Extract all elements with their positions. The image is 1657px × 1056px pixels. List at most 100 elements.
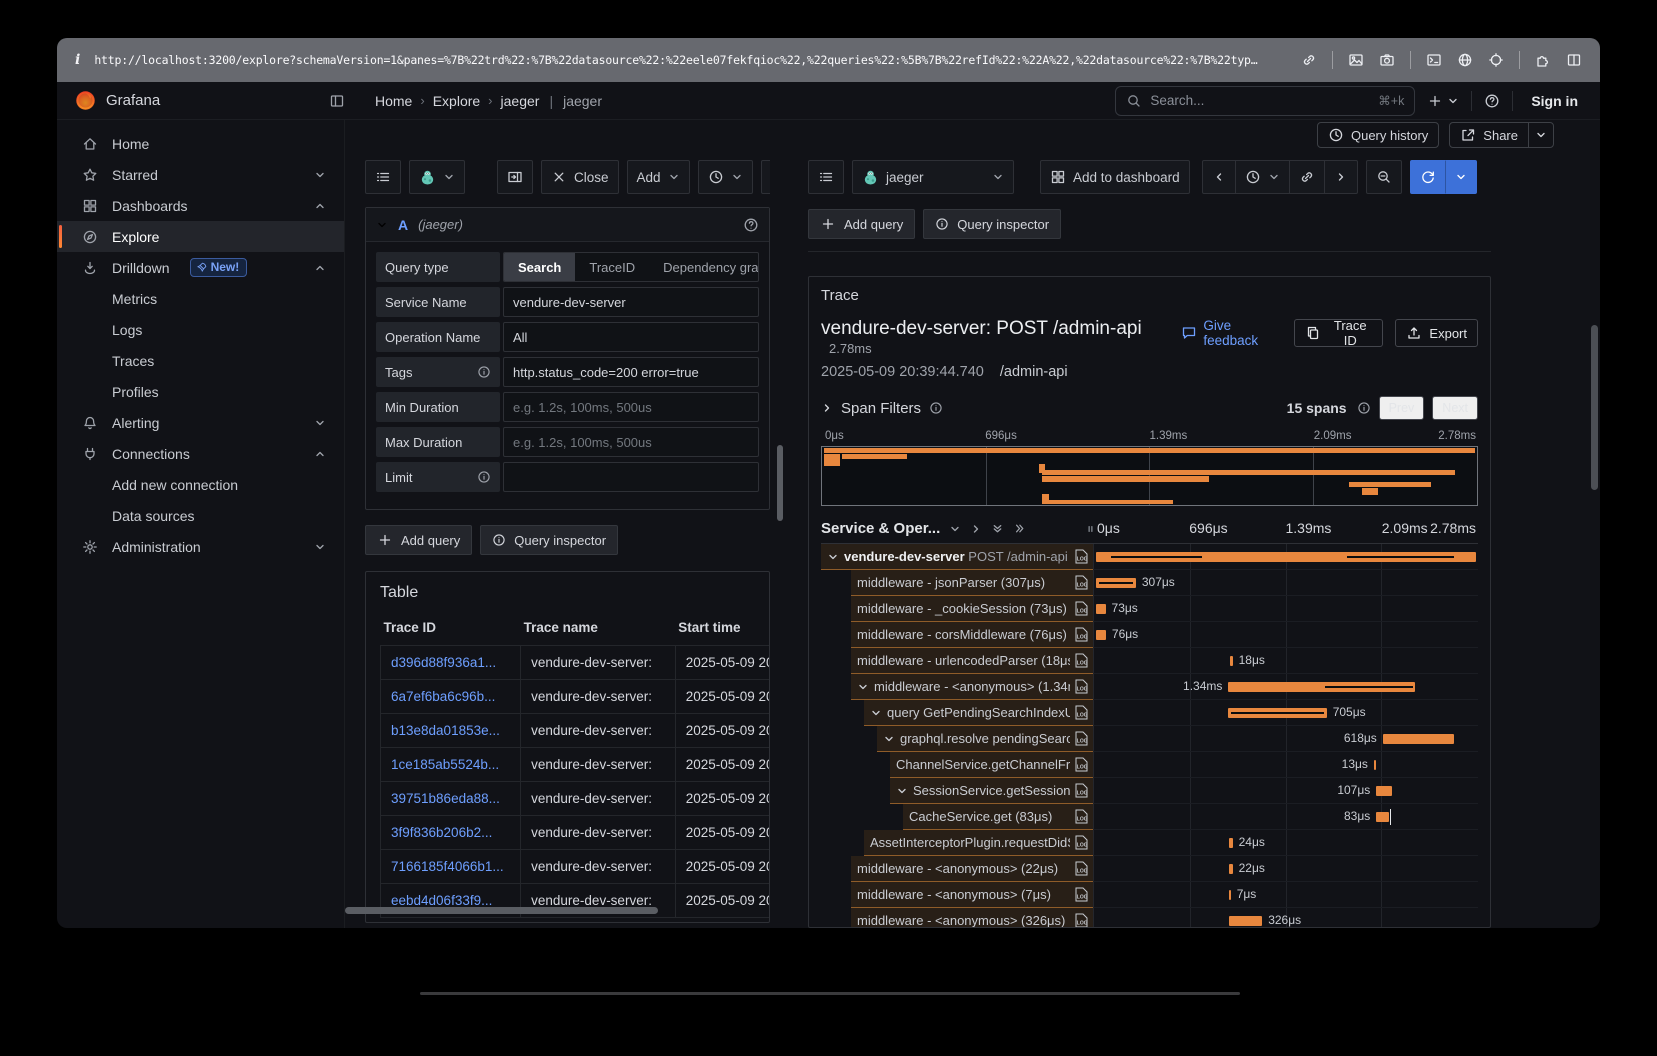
add-to-dashboard-button[interactable]: Add to dashboard [1040,160,1190,194]
query-type-tab-dependency-graph[interactable]: Dependency graph [649,253,759,281]
sidebar-item-metrics[interactable]: Metrics [57,283,344,314]
sidebar-item-profiles[interactable]: Profiles [57,376,344,407]
query-type-tab-search[interactable]: Search [504,253,575,281]
site-info-icon[interactable]: i [75,52,80,68]
span-bar[interactable] [1228,708,1327,718]
chevron-down-icon[interactable] [896,785,908,797]
share-button[interactable]: Share [1449,122,1554,148]
log-icon[interactable]: LOG [1075,549,1088,564]
span-bar[interactable] [1229,838,1232,848]
span-timeline[interactable]: 618μs [1093,726,1478,752]
sidebar-item-alerting[interactable]: Alerting [57,407,344,438]
span-name-cell[interactable]: ChannelService.getChannelFroLOG [821,752,1093,778]
share-caret-icon[interactable] [1528,123,1553,147]
span-timeline[interactable]: 705μs [1093,700,1478,726]
span-filters-title[interactable]: Span Filters [841,400,921,417]
span-name-cell[interactable]: middleware - _cookieSession (73μs)LOG [821,596,1093,622]
sidebar-item-explore[interactable]: Explore [57,221,344,252]
log-icon[interactable]: LOG [1075,601,1088,616]
span-timeline[interactable]: 307μs [1093,570,1478,596]
span-bar[interactable] [1229,890,1231,900]
span-name-cell[interactable]: vendure-dev-server POST /admin-api (2LOG [821,544,1093,570]
chevron-down-icon[interactable] [870,707,882,719]
datasource-picker-mini[interactable] [409,160,465,194]
span-timeline[interactable]: 83μs [1093,804,1478,830]
span-timeline[interactable]: 7μs [1093,882,1478,908]
expand-one-icon[interactable] [970,523,982,535]
span-bar[interactable] [1376,786,1391,796]
sidebar-item-add-new-connection[interactable]: Add new connection [57,469,344,500]
grafana-logo-icon[interactable] [75,90,96,111]
log-icon[interactable]: LOG [1075,679,1088,694]
breadcrumb-home[interactable]: Home [375,93,412,109]
copy-time-link-button[interactable] [1289,160,1325,194]
chevron-down-icon[interactable] [314,541,326,553]
sidebar-item-home[interactable]: Home [57,128,344,159]
column-header-start-time[interactable]: Start time [675,616,770,646]
camera-icon[interactable] [1379,52,1395,68]
span-timeline[interactable]: 22μs [1093,856,1478,882]
minimap-canvas[interactable] [821,446,1478,506]
globe-icon[interactable] [1457,52,1473,68]
pane-menu-icon[interactable] [1485,170,1491,185]
export-button[interactable]: Export [1395,319,1478,347]
extensions-icon[interactable] [1535,52,1551,68]
new-menu-button[interactable] [1427,93,1459,109]
time-picker-button[interactable] [1235,160,1290,194]
span-timeline[interactable]: 76μs [1093,622,1478,648]
trace-id-link[interactable]: b13e8da01853e... [381,714,521,748]
chevron-down-icon[interactable] [857,681,869,693]
log-icon[interactable]: LOG [1075,809,1088,824]
span-bar[interactable] [1096,552,1477,562]
page-scrollbar[interactable] [1591,325,1598,490]
prev-span-button[interactable]: Prev [1379,396,1425,420]
run-query-button[interactable] [1410,160,1446,194]
log-icon[interactable]: LOG [1075,627,1088,642]
query-rows-button[interactable] [365,160,401,194]
span-timeline[interactable]: 107μs [1093,778,1478,804]
left-pane-scrollbar[interactable] [777,445,783,521]
field-input-service-name[interactable]: vendure-dev-server [503,287,759,317]
trace-id-link[interactable]: 7166185f4066b1... [381,850,521,884]
span-timeline[interactable]: 326μs [1093,908,1478,928]
column-header-trace-name[interactable]: Trace name [521,616,676,646]
sidebar-item-traces[interactable]: Traces [57,345,344,376]
sidebar-item-drilldown[interactable]: DrilldownNew! [57,252,344,283]
sidebar-toggle-icon[interactable] [329,93,345,109]
search-input[interactable]: Search... ⌘+k [1115,86,1415,116]
field-input-max-duration[interactable]: e.g. 1.2s, 100ms, 500us [503,427,759,457]
log-icon[interactable]: LOG [1075,653,1088,668]
chevron-up-icon[interactable] [314,200,326,212]
trace-id-button[interactable]: Trace ID [1294,319,1383,347]
query-help-icon[interactable] [743,217,759,233]
crosshair-icon[interactable] [1488,52,1504,68]
span-name-cell[interactable]: middleware - jsonParser (307μs)LOG [821,570,1093,596]
breadcrumb-datasource[interactable]: jaeger [501,93,540,109]
trace-id-link[interactable]: 1ce185ab5524b... [381,748,521,782]
field-input-limit[interactable] [503,462,759,492]
span-bar[interactable] [1096,604,1106,614]
span-timeline[interactable]: 18μs [1093,648,1478,674]
refresh-button-clipped[interactable] [761,160,770,194]
span-bar[interactable] [1096,578,1136,588]
span-bar[interactable] [1096,630,1106,640]
span-bar[interactable] [1376,812,1389,822]
field-input-tags[interactable]: http.status_code=200 error=true [503,357,759,387]
chevron-up-icon[interactable] [314,262,326,274]
time-back-button[interactable] [1202,160,1236,194]
copy-link-icon[interactable] [1301,52,1317,68]
chevron-down-icon[interactable] [314,169,326,181]
log-icon[interactable]: LOG [1075,757,1088,772]
time-forward-button[interactable] [1324,160,1358,194]
span-bar[interactable] [1383,734,1454,744]
column-header-trace-id[interactable]: Trace ID [381,616,521,646]
span-bar[interactable] [1374,760,1376,770]
log-icon[interactable]: LOG [1075,913,1088,928]
field-input-min-duration[interactable]: e.g. 1.2s, 100ms, 500us [503,392,759,422]
log-icon[interactable]: LOG [1075,861,1088,876]
chevron-down-icon[interactable] [314,417,326,429]
span-timeline[interactable] [1093,544,1478,570]
span-name-cell[interactable]: AssetInterceptorPlugin.requestDidSLOG [821,830,1093,856]
span-bar[interactable] [1230,656,1233,666]
field-input-operation-name[interactable]: All [503,322,759,352]
